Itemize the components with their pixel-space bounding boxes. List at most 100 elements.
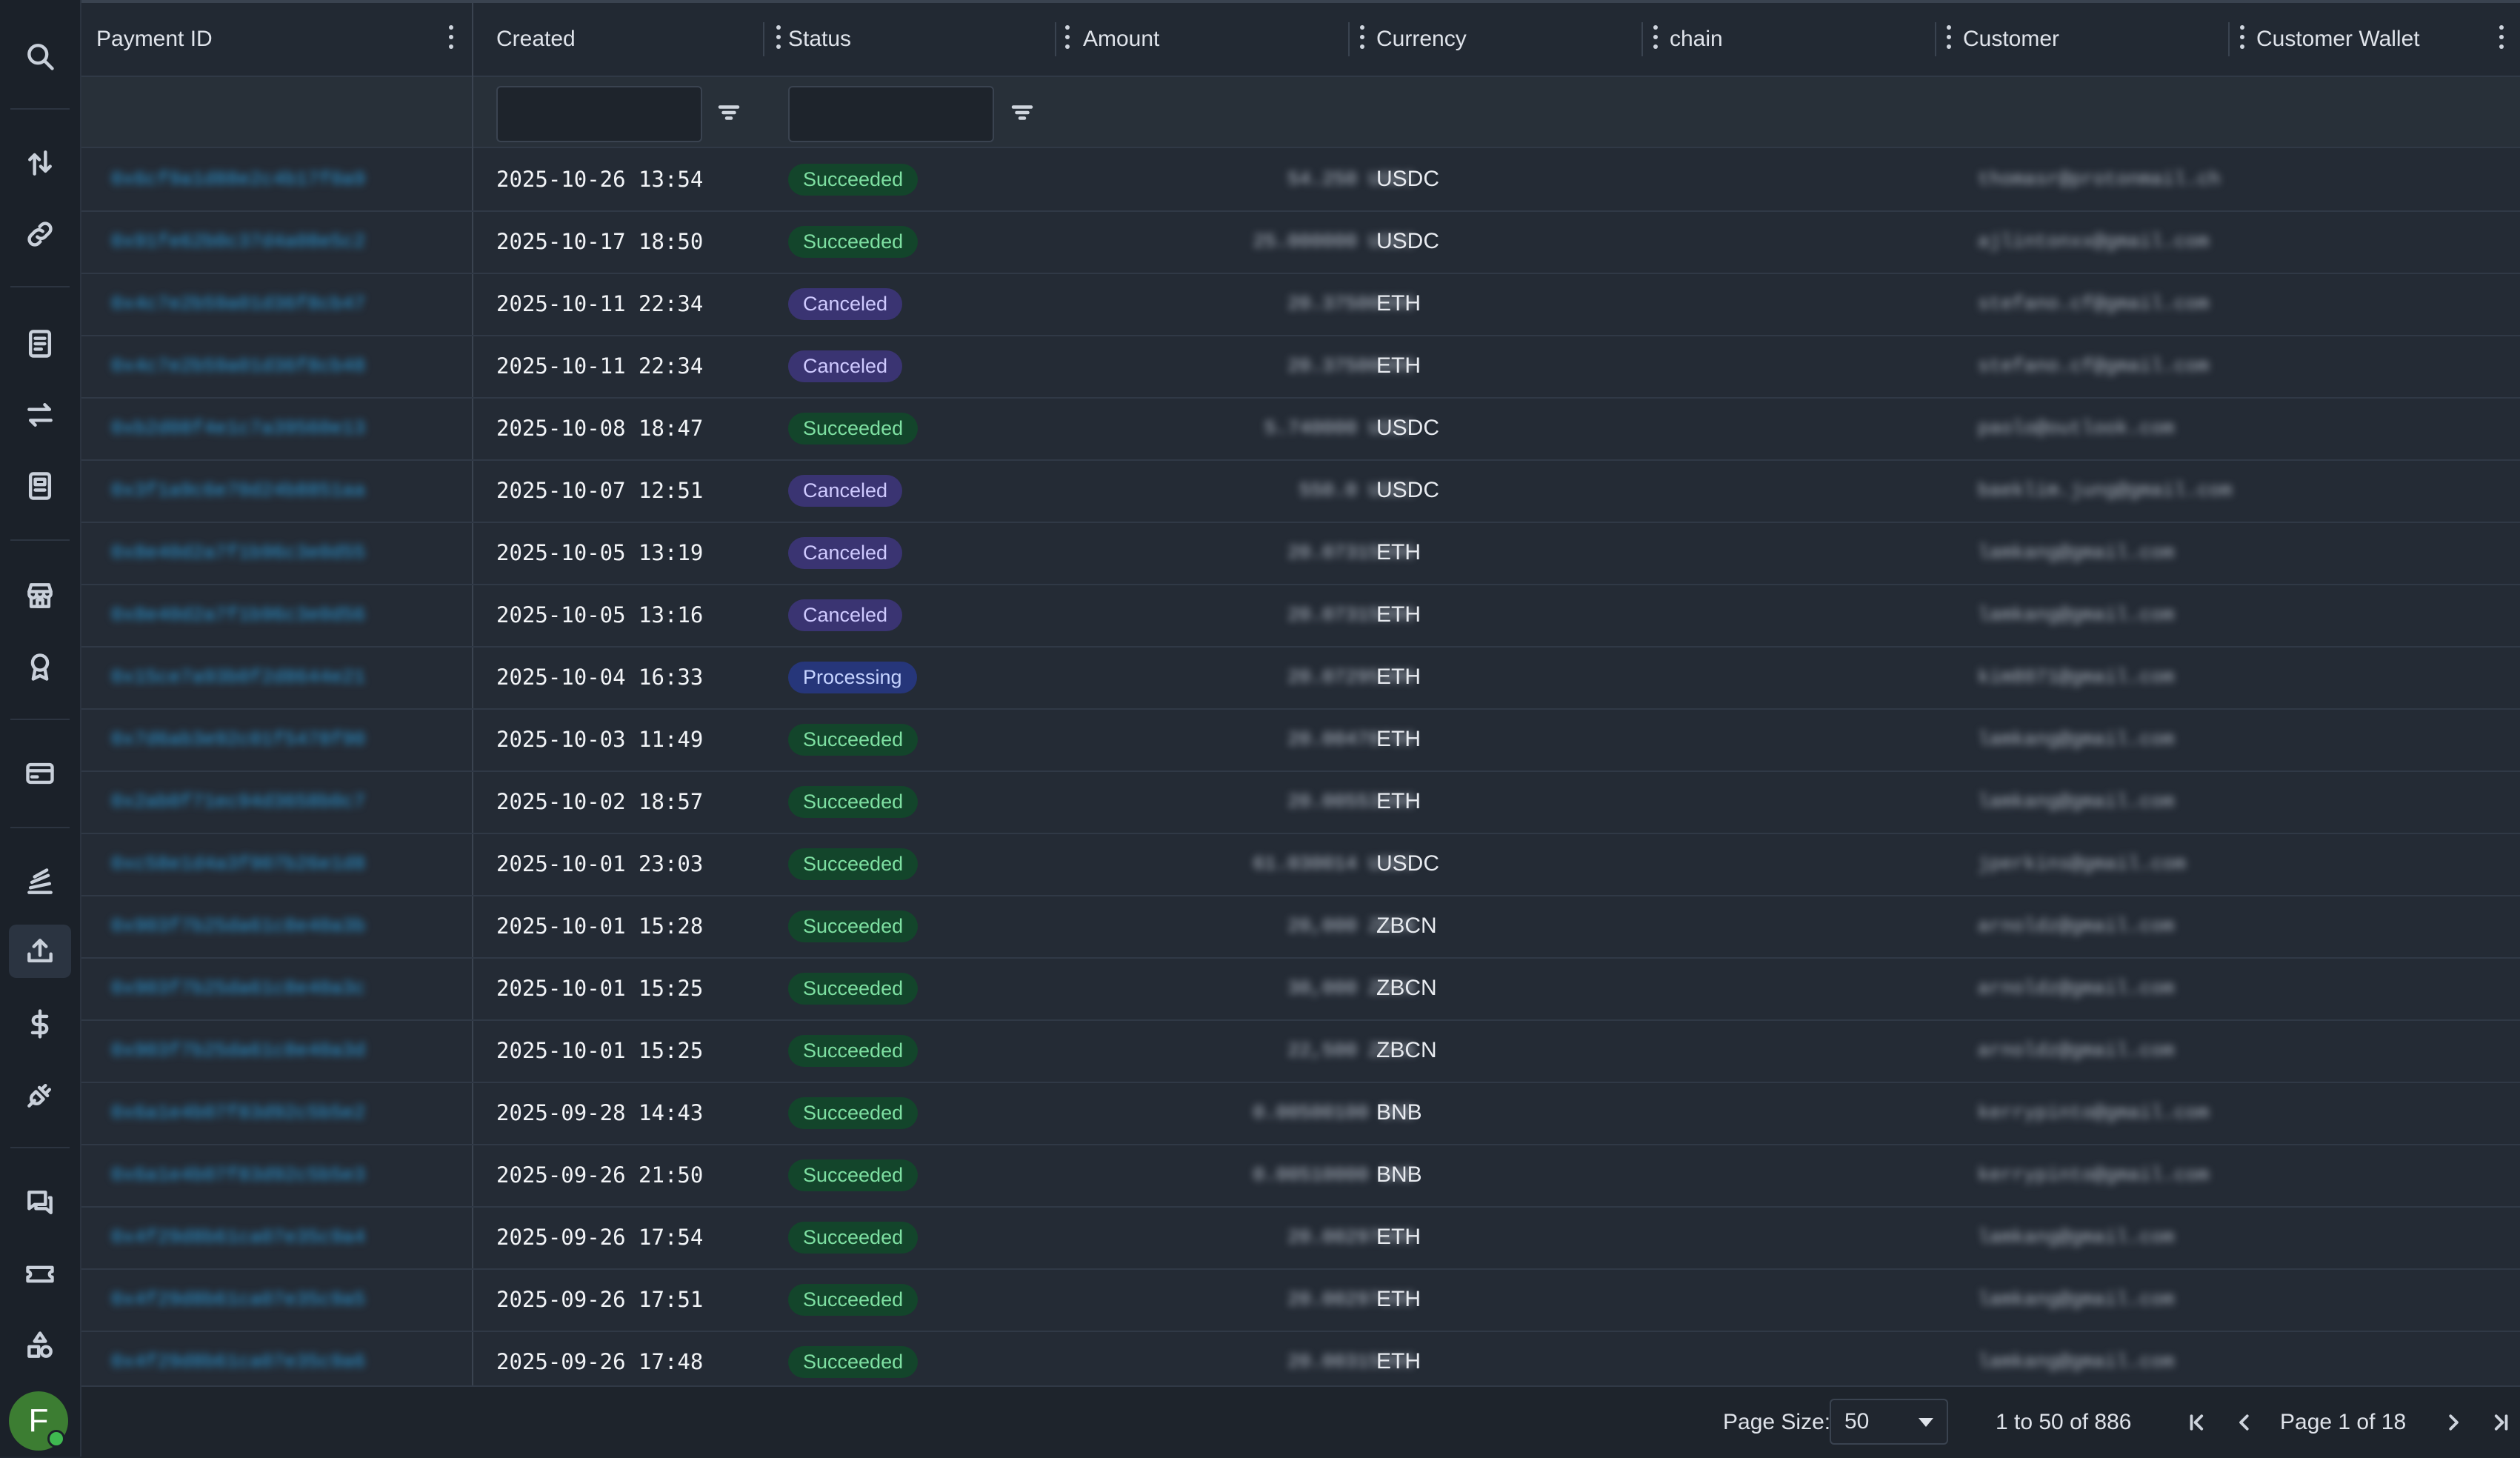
filter-icon[interactable] — [716, 99, 745, 126]
dollar-icon[interactable] — [9, 997, 71, 1051]
currency-cell: ETH — [1376, 665, 1421, 689]
status-badge: Canceled — [788, 287, 903, 320]
table-row[interactable]: 0x8e40d2a7f1b96c3e0d55 2025-10-05 13:19 Ca… — [81, 522, 2520, 585]
column-header-chain[interactable]: chain — [1670, 3, 1966, 76]
payment-id-link[interactable]: 0x4f29d8b61ca07e35c9a6 — [111, 1331, 452, 1385]
column-menu-icon[interactable] — [1652, 25, 1659, 52]
created-filter-input[interactable] — [496, 86, 702, 142]
table-row[interactable]: 0x903f7b25da61c8e40a3c 2025-10-01 15:25 Su… — [81, 957, 2520, 1021]
payment-id-link[interactable]: 0x8e40d2a7f1b96c3e0d55 — [111, 522, 452, 584]
first-page-icon[interactable] — [2181, 1406, 2213, 1439]
card-icon[interactable] — [9, 747, 71, 800]
column-menu-icon[interactable] — [1064, 25, 1071, 52]
table-row[interactable]: 0x4f29d8b61ca07e35c9a4 2025-09-26 17:54 Su… — [81, 1206, 2520, 1270]
column-header-amount[interactable]: Amount — [1083, 3, 1379, 76]
invoice-icon[interactable] — [9, 317, 71, 370]
payment-id-link[interactable]: 0x91fe62b0c37d4a08e5c2 — [111, 210, 452, 273]
payment-id-link[interactable]: 0x4f29d8b61ca07e35c9a4 — [111, 1206, 452, 1268]
payment-id-link[interactable]: 0x4c7e2b59a01d36f8cb48 — [111, 335, 452, 397]
status-cell: Canceled — [788, 522, 903, 584]
payment-id-link[interactable]: 0x4f29d8b61ca07e35c9a5 — [111, 1268, 452, 1331]
column-header-status[interactable]: Status — [788, 3, 1084, 76]
payment-id-link[interactable]: 0xc58e1d4a3f907b26e1d8 — [111, 833, 452, 895]
status-badge: Succeeded — [788, 163, 919, 196]
report-icon[interactable] — [9, 459, 71, 513]
upload-icon[interactable] — [9, 925, 71, 978]
status-cell: Succeeded — [788, 895, 919, 957]
previous-page-icon[interactable] — [2228, 1406, 2261, 1439]
filter-icon[interactable] — [1009, 99, 1039, 126]
table-row[interactable]: 0x8e40d2a7f1b96c3e0d56 2025-10-05 13:16 Ca… — [81, 584, 2520, 648]
customer-cell: baeklim.jung@gmail.com — [1978, 479, 2233, 502]
transfer-arrows-icon[interactable] — [9, 136, 71, 190]
payment-id-link[interactable]: 0xb2d08f4e1c7a39560e13 — [111, 397, 452, 459]
table-row[interactable]: 0x6cf9a1d88e2c4b17f0a9 2025-10-26 13:54 Su… — [81, 148, 2520, 212]
column-label: Customer — [1963, 27, 2060, 51]
status-badge: Succeeded — [788, 972, 919, 1005]
column-menu-icon[interactable] — [1359, 25, 1366, 52]
table-row[interactable]: 0x4c7e2b59a01d36f8cb47 2025-10-11 22:34 Ca… — [81, 273, 2520, 336]
table-row[interactable]: 0x15ce7a93b0f2d8644e21 2025-10-04 16:33 Pr… — [81, 646, 2520, 710]
payment-id-link[interactable]: 0x2ab0f71ec94d3658b0c7 — [111, 770, 452, 833]
app: F Payment ID Created Status Amount Curre… — [0, 0, 2520, 1458]
payment-id-link[interactable]: 0x7d6ab3e92c01f5478f90 — [111, 708, 452, 770]
table-row[interactable]: 0x903f7b25da61c8e40a3b 2025-10-01 15:28 Su… — [81, 895, 2520, 959]
column-label: Status — [788, 27, 852, 51]
column-header-payment-id[interactable]: Payment ID — [96, 3, 473, 76]
payment-id-link[interactable]: 0x903f7b25da61c8e40a3c — [111, 957, 452, 1019]
payment-id-link[interactable]: 0x3f1a9c6e70d24b8851aa — [111, 459, 452, 522]
payment-id-link[interactable]: 0x4c7e2b59a01d36f8cb47 — [111, 273, 452, 335]
badge-icon[interactable] — [9, 640, 71, 693]
search-icon[interactable] — [9, 30, 71, 83]
column-header-customer[interactable]: Customer — [1963, 3, 2259, 76]
stack-icon[interactable] — [9, 855, 71, 908]
payment-id-link[interactable]: 0x903f7b25da61c8e40a3b — [111, 895, 452, 957]
created-cell: 2025-10-08 18:47 — [496, 416, 704, 441]
page-size-select[interactable]: 50 — [1830, 1399, 1948, 1445]
payment-id-link[interactable]: 0x6a1e4b07f83d92c5b5e2 — [111, 1082, 452, 1144]
sidebar-divider — [10, 827, 70, 828]
payment-id-link[interactable]: 0x6cf9a1d88e2c4b17f0a9 — [111, 148, 452, 210]
payment-id-link[interactable]: 0x6a1e4b07f83d92c5b5e3 — [111, 1144, 452, 1206]
column-header-created[interactable]: Created — [496, 3, 800, 76]
chat-icon[interactable] — [9, 1176, 71, 1230]
table-row[interactable]: 0xb2d08f4e1c7a39560e13 2025-10-08 18:47 Su… — [81, 397, 2520, 461]
table-row[interactable]: 0x6a1e4b07f83d92c5b5e3 2025-09-26 21:50 Su… — [81, 1144, 2520, 1208]
table-row[interactable]: 0x4f29d8b61ca07e35c9a6 2025-09-26 17:48 Su… — [81, 1331, 2520, 1385]
status-filter-input[interactable] — [788, 86, 994, 142]
column-header-customer-wallet[interactable]: Customer Wallet — [2256, 3, 2520, 76]
ticket-icon[interactable] — [9, 1248, 71, 1301]
avatar[interactable]: F — [9, 1391, 68, 1451]
table-row[interactable]: 0x4f29d8b61ca07e35c9a5 2025-09-26 17:51 Su… — [81, 1268, 2520, 1332]
table-row[interactable]: 0x91fe62b0c37d4a08e5c2 2025-10-17 18:50 Su… — [81, 210, 2520, 274]
table-row[interactable]: 0x903f7b25da61c8e40a3d 2025-10-01 15:25 Su… — [81, 1019, 2520, 1083]
link-icon[interactable] — [9, 207, 71, 261]
table-row[interactable]: 0xc58e1d4a3f907b26e1d8 2025-10-01 23:03 Su… — [81, 833, 2520, 896]
row-range-text: 1 to 50 of 886 — [1996, 1410, 2132, 1434]
column-menu-icon[interactable] — [447, 25, 455, 52]
table-row[interactable]: 0x4c7e2b59a01d36f8cb48 2025-10-11 22:34 Ca… — [81, 335, 2520, 399]
column-menu-icon[interactable] — [2239, 25, 2246, 52]
column-menu-icon[interactable] — [1945, 25, 1953, 52]
payment-id-link[interactable]: 0x15ce7a93b0f2d8644e21 — [111, 646, 452, 708]
customer-cell: thomasr@protonmail.ch — [1978, 168, 2221, 190]
swap-icon[interactable] — [9, 388, 71, 442]
column-menu-icon[interactable] — [775, 25, 782, 52]
status-cell: Canceled — [788, 584, 903, 646]
store-icon[interactable] — [9, 569, 71, 622]
last-page-icon[interactable] — [2484, 1406, 2517, 1439]
table-row[interactable]: 0x7d6ab3e92c01f5478f90 2025-10-03 11:49 Su… — [81, 708, 2520, 772]
column-menu-icon[interactable] — [2498, 25, 2505, 52]
table-row[interactable]: 0x2ab0f71ec94d3658b0c7 2025-10-02 18:57 Su… — [81, 770, 2520, 834]
table-row[interactable]: 0x3f1a9c6e70d24b8851aa 2025-10-07 12:51 Ca… — [81, 459, 2520, 523]
status-badge: Canceled — [788, 474, 903, 507]
next-page-icon[interactable] — [2437, 1406, 2470, 1439]
payment-id-link[interactable]: 0x8e40d2a7f1b96c3e0d56 — [111, 584, 452, 646]
column-header-currency[interactable]: Currency — [1376, 3, 1673, 76]
created-cell: 2025-10-07 12:51 — [496, 478, 704, 503]
column-separator — [1641, 22, 1643, 56]
payment-id-link[interactable]: 0x903f7b25da61c8e40a3d — [111, 1019, 452, 1082]
plugin-icon[interactable] — [9, 1068, 71, 1122]
shapes-icon[interactable] — [9, 1319, 71, 1372]
table-row[interactable]: 0x6a1e4b07f83d92c5b5e2 2025-09-28 14:43 Su… — [81, 1082, 2520, 1145]
